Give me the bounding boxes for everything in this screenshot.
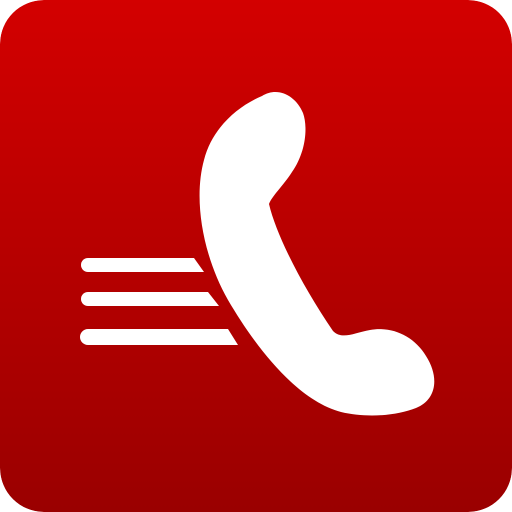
app-icon-graphic (0, 0, 512, 512)
speed-line-middle (81, 292, 219, 306)
speed-line-top (81, 258, 204, 272)
app-icon[interactable] (0, 0, 512, 512)
speed-line-bottom (80, 329, 238, 345)
